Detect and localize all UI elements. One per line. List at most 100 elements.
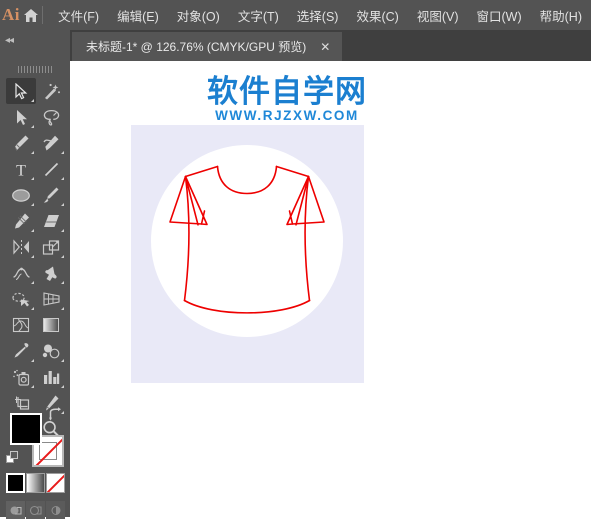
tool-corner-marker [31, 99, 34, 102]
menu-view[interactable]: 视图(V) [408, 3, 468, 28]
tool-corner-marker [61, 281, 64, 284]
watermark-url: WWW.RJZXW.COM [215, 108, 359, 123]
tool-corner-marker [31, 281, 34, 284]
tool-row [6, 234, 66, 260]
column-graph-tool[interactable] [36, 364, 66, 390]
tool-corner-marker [61, 203, 64, 206]
menu-file[interactable]: 文件(F) [49, 3, 108, 28]
scale-tool[interactable] [36, 234, 66, 260]
illustrator-window: Ai 文件(F) 编辑(E) 对象(O) 文字(T) 选择(S) 效果(C) 视… [0, 0, 591, 519]
document-tab-title: 未标题-1* @ 126.76% (CMYK/GPU 预览) [86, 40, 307, 54]
tool-row [6, 260, 66, 286]
mesh-tool[interactable] [6, 312, 36, 338]
tool-row [6, 130, 66, 156]
shape-builder-tool[interactable] [6, 286, 36, 312]
width-tool[interactable] [6, 260, 36, 286]
gradient-tool[interactable] [36, 312, 66, 338]
symbol-sprayer-tool[interactable] [6, 364, 36, 390]
menu-item-list: 文件(F) 编辑(E) 对象(O) 文字(T) 选择(S) 效果(C) 视图(V… [49, 3, 591, 28]
tool-corner-marker [61, 255, 64, 258]
tool-corner-marker [31, 177, 34, 180]
tool-row [6, 338, 66, 364]
home-icon[interactable] [22, 8, 41, 23]
tool-row [6, 182, 66, 208]
tool-row [6, 78, 66, 104]
eyedropper-tool[interactable] [6, 338, 36, 364]
draw-mode-row [6, 501, 66, 521]
menu-object[interactable]: 对象(O) [168, 3, 229, 28]
gradient-mode-swatch[interactable] [26, 473, 46, 493]
menu-window[interactable]: 窗口(W) [468, 3, 531, 28]
direct-selection-tool[interactable] [6, 104, 36, 130]
pen-tool[interactable] [6, 130, 36, 156]
menu-divider [42, 6, 44, 24]
watermark-title: 软件自学网 [207, 74, 367, 110]
blend-tool[interactable] [36, 338, 66, 364]
tool-corner-marker [61, 307, 64, 310]
tool-panel-header: ◂◂ [0, 30, 70, 61]
tool-row: T [6, 156, 66, 182]
fill-swatch[interactable] [10, 413, 42, 445]
background-circle [151, 145, 343, 337]
document-tab-bar: ◂◂ 未标题-1* @ 126.76% (CMYK/GPU 预览) ✕ [0, 30, 591, 61]
menu-select[interactable]: 选择(S) [288, 3, 348, 28]
none-mode-swatch[interactable] [46, 473, 66, 493]
tool-row [6, 312, 66, 338]
draw-behind-button[interactable] [26, 501, 45, 519]
menu-effect[interactable]: 效果(C) [347, 3, 407, 28]
type-tool[interactable]: T [6, 156, 36, 182]
tool-corner-marker [31, 151, 34, 154]
tools-panel: T [0, 61, 70, 519]
color-mode-row [6, 473, 66, 495]
free-transform-tool[interactable] [36, 260, 66, 286]
draw-inside-button[interactable] [46, 501, 65, 519]
tool-row [6, 364, 66, 390]
tool-corner-marker [31, 385, 34, 388]
color-controls [6, 407, 66, 469]
line-segment-tool[interactable] [36, 156, 66, 182]
tool-corner-marker [31, 307, 34, 310]
tool-corner-marker [61, 151, 64, 154]
none-slash-icon [47, 474, 65, 492]
tool-corner-marker [31, 359, 34, 362]
tool-row [6, 104, 66, 130]
document-canvas[interactable]: 软件自学网 WWW.RJZXW.COM [70, 61, 591, 517]
tool-corner-marker [31, 229, 34, 232]
close-icon[interactable]: ✕ [320, 41, 330, 53]
paintbrush-tool[interactable] [36, 182, 66, 208]
swap-fill-stroke-icon[interactable] [47, 407, 63, 421]
lasso-tool[interactable] [36, 104, 66, 130]
menu-type[interactable]: 文字(T) [229, 3, 288, 28]
ellipse-tool[interactable] [6, 182, 36, 208]
collapse-panel-icon[interactable]: ◂◂ [5, 35, 21, 47]
panel-drag-grip[interactable] [0, 63, 70, 75]
perspective-grid-tool[interactable] [36, 286, 66, 312]
menu-bar: Ai 文件(F) 编辑(E) 对象(O) 文字(T) 选择(S) 效果(C) 视… [0, 0, 591, 30]
document-tab[interactable]: 未标题-1* @ 126.76% (CMYK/GPU 预览) ✕ [72, 32, 343, 61]
tool-row [6, 208, 66, 234]
rotate-tool[interactable] [6, 234, 36, 260]
tool-corner-marker [61, 385, 64, 388]
tool-corner-marker [31, 125, 34, 128]
svg-text:T: T [16, 162, 26, 178]
t-shirt-outline [151, 145, 343, 337]
color-mode-swatch[interactable] [6, 473, 26, 493]
tool-corner-marker [61, 359, 64, 362]
tool-list: T [6, 78, 66, 442]
watermark: 软件自学网 WWW.RJZXW.COM [162, 75, 412, 123]
tool-corner-marker [31, 255, 34, 258]
selection-tool[interactable] [6, 78, 36, 104]
magic-wand-tool[interactable] [36, 78, 66, 104]
blob-brush-tool[interactable] [6, 208, 36, 234]
tool-row [6, 286, 66, 312]
tool-corner-marker [61, 177, 64, 180]
menu-help[interactable]: 帮助(H) [531, 3, 591, 28]
artboard[interactable] [131, 125, 364, 383]
draw-normal-button[interactable] [6, 501, 25, 519]
tool-corner-marker [31, 203, 34, 206]
tool-corner-marker [61, 229, 64, 232]
eraser-tool[interactable] [36, 208, 66, 234]
curvature-tool[interactable] [36, 130, 66, 156]
menu-edit[interactable]: 编辑(E) [108, 3, 168, 28]
default-fill-stroke-icon[interactable] [6, 451, 20, 465]
